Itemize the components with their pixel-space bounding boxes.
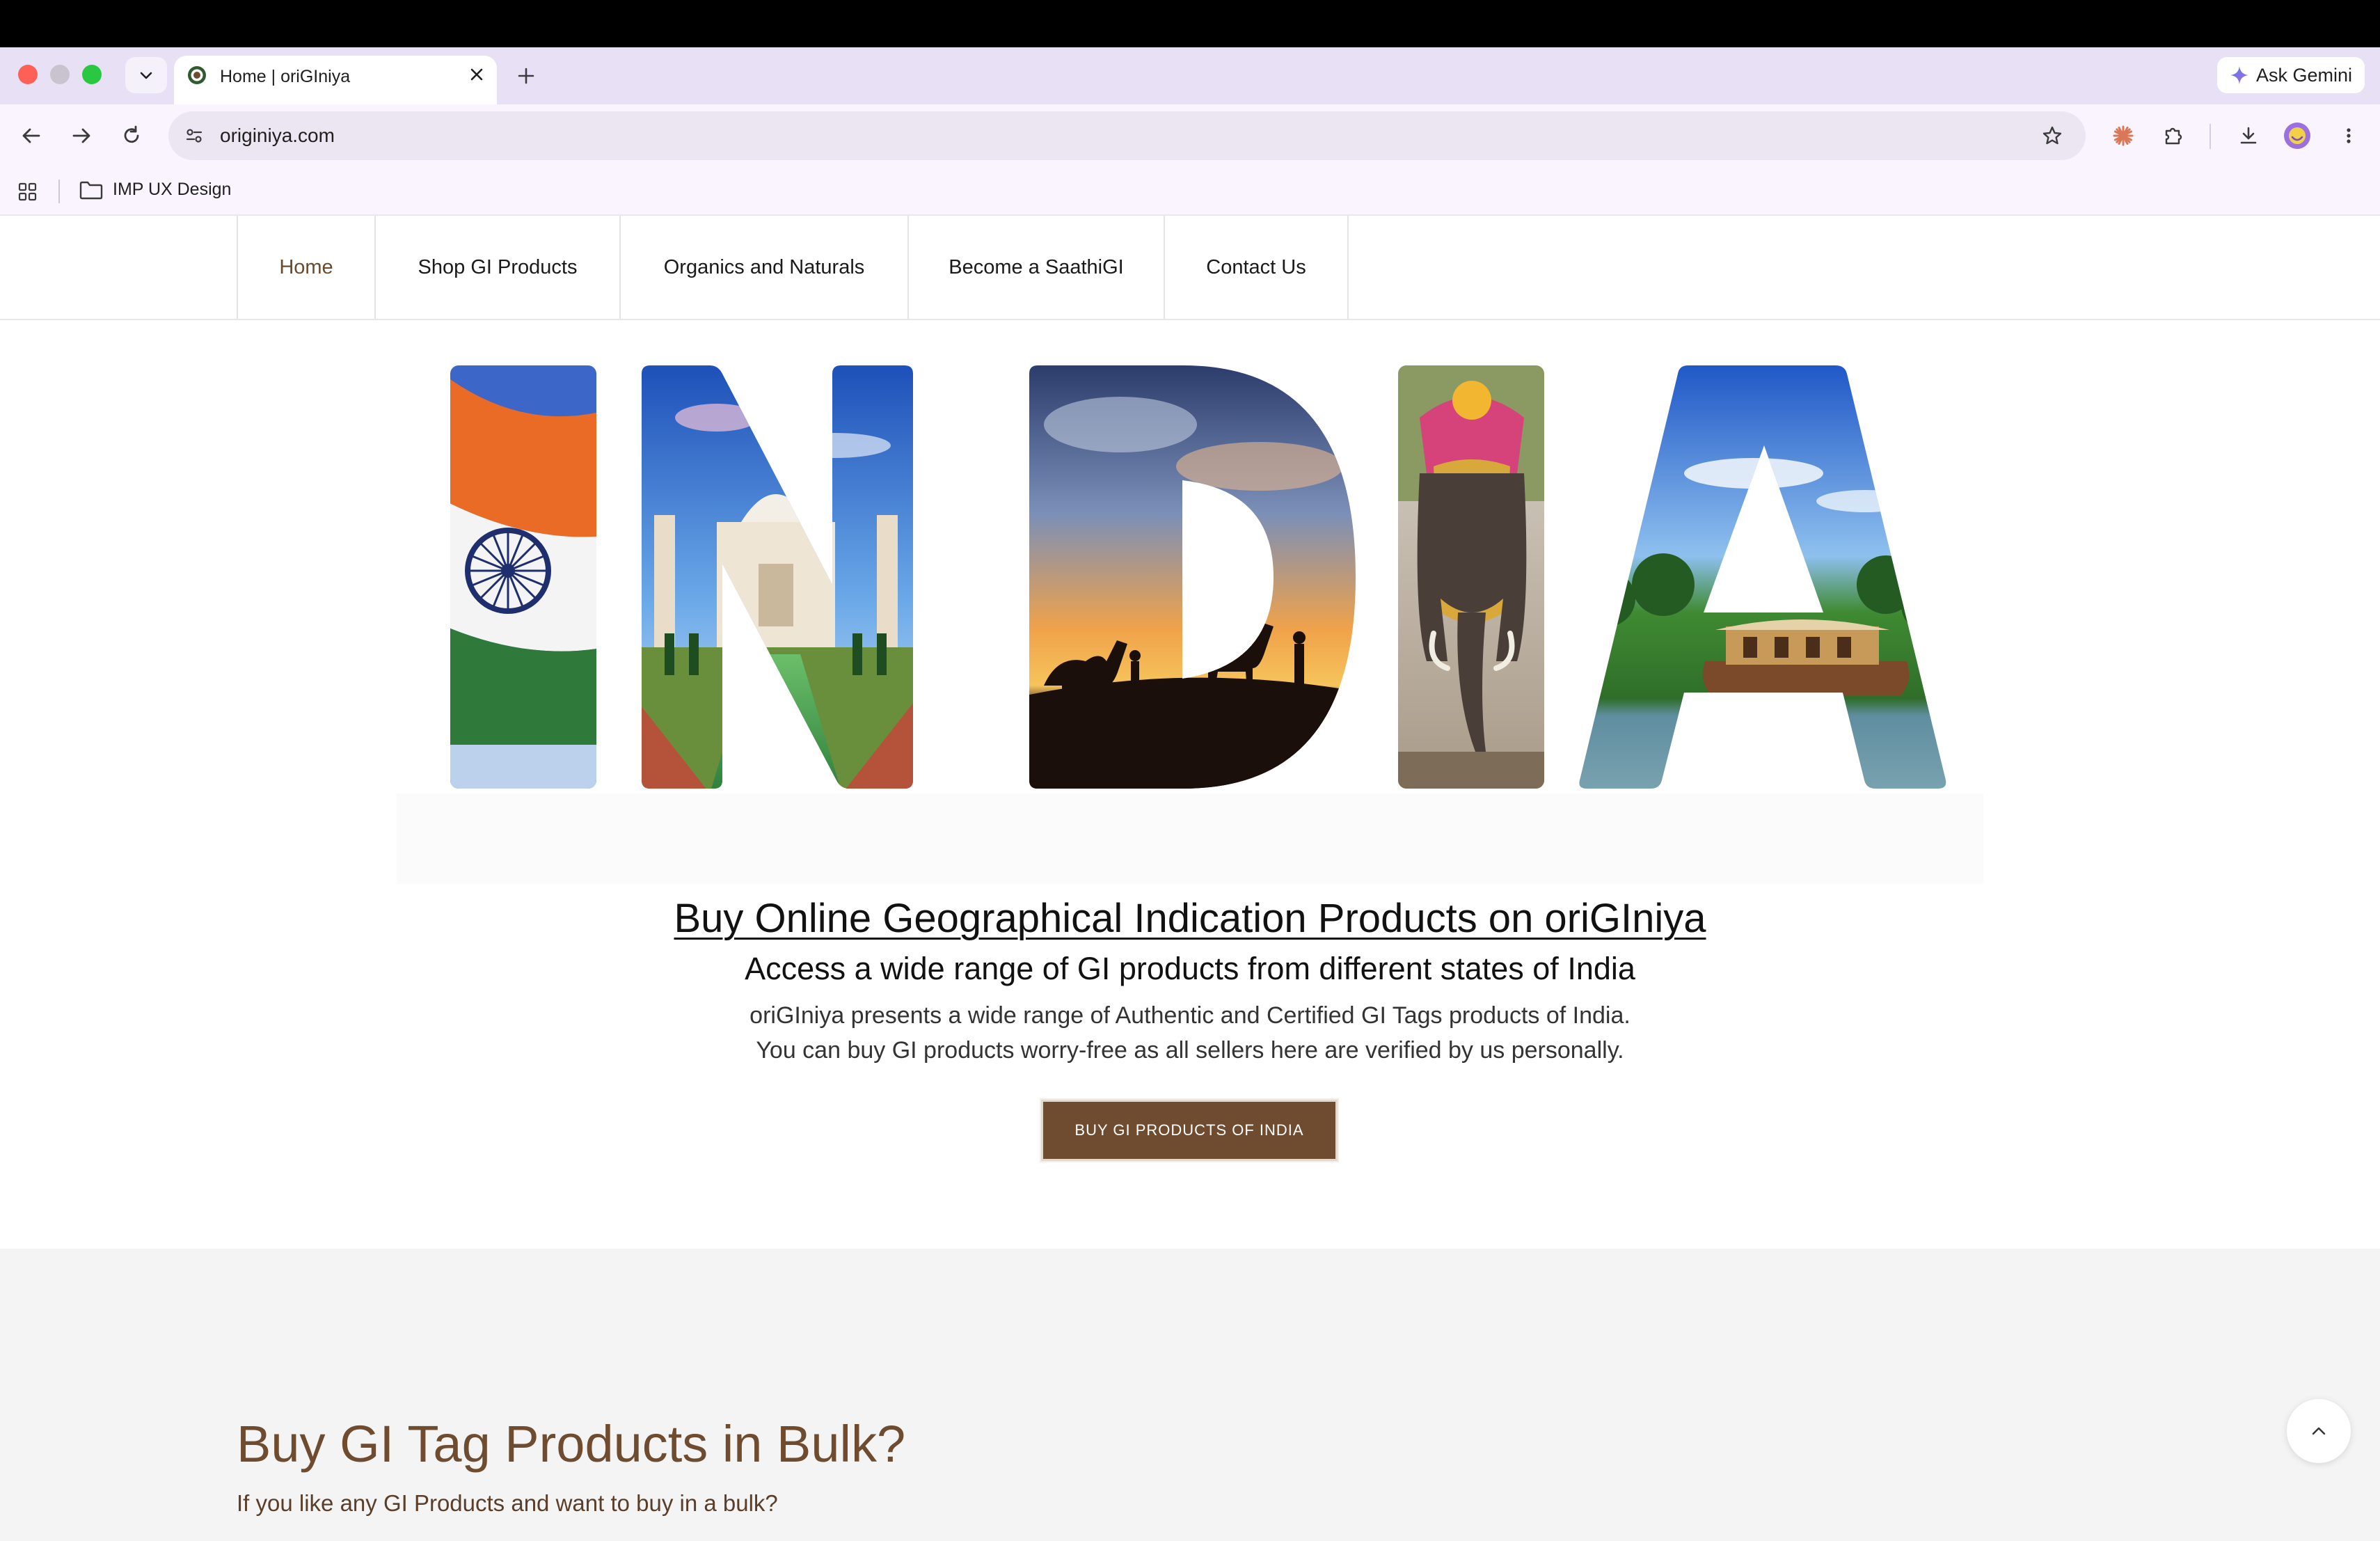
tab-search-button[interactable] [125, 57, 167, 93]
extension-claude-button[interactable] [2106, 118, 2141, 153]
site-favicon-icon [188, 66, 206, 84]
url-text[interactable]: originiya.com [220, 123, 335, 149]
bookmark-star-button[interactable] [2035, 118, 2070, 153]
puzzle-icon [2165, 127, 2182, 145]
profile-avatar-button[interactable] [2280, 118, 2315, 153]
downloads-button[interactable] [2231, 118, 2266, 153]
nav-item-become-saathigi[interactable]: Become a SaathiGI [907, 216, 1164, 319]
india-hero-banner-image [397, 334, 1983, 891]
nav-item-home[interactable]: Home [237, 216, 374, 319]
ask-gemini-button[interactable]: Ask Gemini [2217, 57, 2365, 93]
bookmark-folder[interactable]: IMP UX Design [79, 180, 231, 200]
nav-item-organics-and-naturals[interactable]: Organics and Naturals [619, 216, 907, 319]
bulk-section-title: Buy GI Tag Products in Bulk? [237, 1415, 906, 1473]
new-tab-button[interactable] [511, 61, 541, 90]
forward-button[interactable] [64, 118, 99, 153]
arrow-left-icon [22, 128, 40, 143]
hero-description-line-1: oriGIniya presents a wide range of Authe… [749, 1002, 1631, 1029]
site-info-button[interactable] [177, 118, 212, 153]
hero-description-line-2: You can buy GI products worry-free as al… [756, 1037, 1624, 1064]
tune-icon [186, 129, 203, 143]
reload-button[interactable] [114, 118, 149, 153]
nav-item-contact-us[interactable]: Contact Us [1164, 216, 1349, 319]
star-icon [2042, 126, 2062, 145]
ask-gemini-label: Ask Gemini [2256, 64, 2353, 86]
arrow-right-icon [72, 128, 90, 143]
avatar-icon [2284, 123, 2310, 149]
extensions-button[interactable] [2156, 118, 2191, 153]
nav-item-shop-gi-products[interactable]: Shop GI Products [374, 216, 619, 319]
chevron-down-icon [140, 72, 152, 79]
tab-close-icon[interactable] [465, 63, 489, 86]
gemini-sparkle-icon [2230, 66, 2248, 84]
folder-icon [79, 181, 103, 199]
grid-icon [18, 182, 37, 201]
chevron-up-icon [2312, 1427, 2326, 1435]
sunburst-icon [2113, 125, 2134, 146]
hero-subheading: Access a wide range of GI products from … [745, 951, 1635, 986]
browser-menu-button[interactable] [2331, 118, 2366, 153]
apps-button[interactable] [13, 177, 43, 207]
bulk-section-text: If you like any GI Products and want to … [237, 1490, 778, 1516]
toolbar-divider [2210, 124, 2211, 149]
hero-heading-link[interactable]: Buy Online Geographical Indication Produ… [0, 891, 2380, 947]
menu-bar [0, 0, 2380, 47]
back-button[interactable] [14, 118, 49, 153]
scroll-to-top-button[interactable] [2287, 1399, 2351, 1463]
bookmark-folder-label: IMP UX Design [113, 180, 232, 199]
reload-icon [124, 125, 139, 143]
plus-icon [518, 68, 534, 84]
address-bar[interactable] [168, 111, 2086, 160]
buy-gi-products-button[interactable]: BUY GI PRODUCTS OF INDIA [1041, 1100, 1338, 1161]
window-close-button[interactable] [18, 65, 38, 84]
bookmarks-bar [0, 168, 2380, 216]
download-icon [2240, 127, 2257, 144]
window-minimize-button[interactable] [50, 65, 70, 84]
bookmarks-divider [58, 180, 60, 203]
window-maximize-button[interactable] [82, 65, 102, 84]
tab-title: Home | oriGIniya [220, 67, 351, 86]
more-vertical-icon [2347, 128, 2351, 143]
